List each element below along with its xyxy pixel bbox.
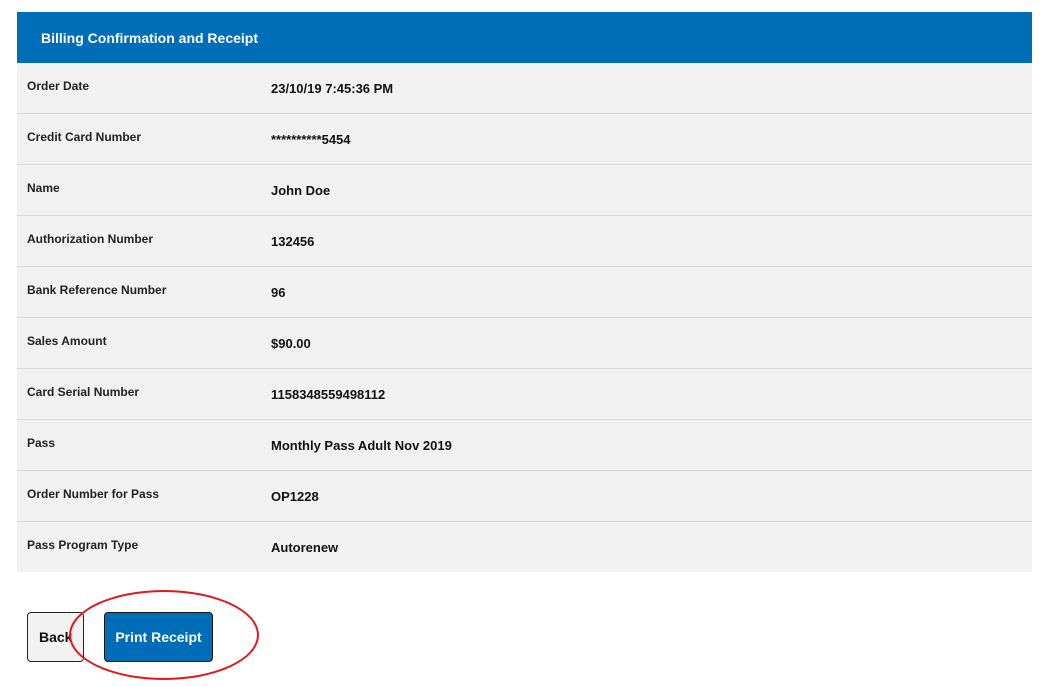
row-authorization-number: Authorization Number 132456 bbox=[17, 216, 1032, 267]
row-value: Monthly Pass Adult Nov 2019 bbox=[271, 437, 452, 453]
row-label: Bank Reference Number bbox=[27, 283, 167, 297]
row-value: 1158348559498112 bbox=[271, 386, 386, 402]
row-card-serial-number: Card Serial Number 1158348559498112 bbox=[17, 369, 1032, 420]
print-receipt-button[interactable]: Print Receipt bbox=[104, 612, 213, 662]
back-button[interactable]: Back bbox=[27, 612, 84, 662]
panel-title: Billing Confirmation and Receipt bbox=[41, 29, 259, 46]
billing-confirmation-panel: Billing Confirmation and Receipt Order D… bbox=[17, 12, 1032, 572]
row-label: Authorization Number bbox=[27, 232, 153, 246]
receipt-details: Order Date 23/10/19 7:45:36 PM Credit Ca… bbox=[17, 63, 1032, 572]
row-label: Name bbox=[27, 181, 60, 195]
row-label: Order Number for Pass bbox=[27, 487, 160, 501]
row-value: $90.00 bbox=[271, 335, 311, 351]
row-pass-program-type: Pass Program Type Autorenew bbox=[17, 522, 1032, 572]
row-value: John Doe bbox=[271, 182, 331, 198]
row-label: Sales Amount bbox=[27, 334, 107, 348]
row-value: 132456 bbox=[271, 233, 315, 249]
row-pass: Pass Monthly Pass Adult Nov 2019 bbox=[17, 420, 1032, 471]
row-value: OP1228 bbox=[271, 488, 319, 504]
row-value: 23/10/19 7:45:36 PM bbox=[271, 80, 394, 96]
row-label: Card Serial Number bbox=[27, 385, 140, 399]
row-name: Name John Doe bbox=[17, 165, 1032, 216]
row-credit-card-number: Credit Card Number **********5454 bbox=[17, 114, 1032, 165]
row-label: Order Date bbox=[27, 79, 90, 93]
row-label: Pass bbox=[27, 436, 56, 450]
row-value: **********5454 bbox=[271, 131, 351, 147]
row-value: 96 bbox=[271, 284, 286, 300]
row-value: Autorenew bbox=[271, 539, 339, 555]
row-label: Pass Program Type bbox=[27, 538, 139, 552]
row-label: Credit Card Number bbox=[27, 130, 142, 144]
row-order-date: Order Date 23/10/19 7:45:36 PM bbox=[17, 63, 1032, 114]
row-bank-reference-number: Bank Reference Number 96 bbox=[17, 267, 1032, 318]
row-order-number-for-pass: Order Number for Pass OP1228 bbox=[17, 471, 1032, 522]
row-sales-amount: Sales Amount $90.00 bbox=[17, 318, 1032, 369]
panel-header: Billing Confirmation and Receipt bbox=[17, 12, 1032, 63]
